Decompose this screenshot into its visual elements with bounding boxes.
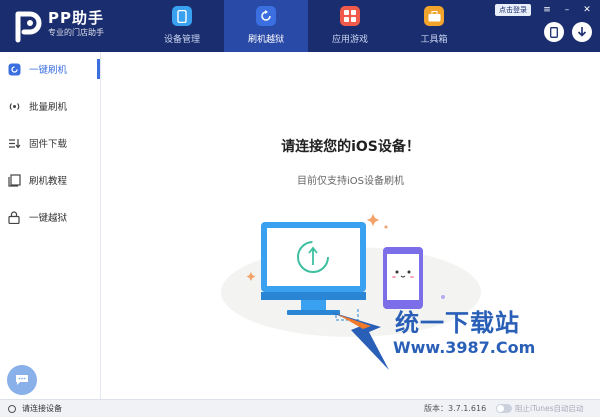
tab-toolbox[interactable]: 工具箱 — [392, 0, 476, 52]
tab-device-management[interactable]: 设备管理 — [140, 0, 224, 52]
lock-icon — [7, 210, 21, 224]
page-title: 请连接您的iOS设备！ — [281, 139, 420, 155]
app-header: PP助手 专业的门店助手 设备管理 刷机越狱 应用游戏 工具箱 点击登录 ≡ –… — [0, 0, 600, 52]
brand-name: PP助手 — [48, 9, 104, 27]
page-subtitle: 目前仅支持iOS设备刷机 — [297, 176, 404, 187]
refresh-icon — [256, 6, 276, 26]
sidebar-item-flash-tutorial[interactable]: 刷机教程 — [0, 165, 100, 195]
tab-apps-games[interactable]: 应用游戏 — [308, 0, 392, 52]
menu-icon[interactable]: ≡ — [540, 3, 554, 17]
brand: PP助手 专业的门店助手 — [48, 9, 104, 39]
sidebar-item-batch-flash[interactable]: 批量刷机 — [0, 91, 100, 121]
itunes-autostart-label: 阻止iTunes自动启动 — [515, 404, 584, 413]
device-icon[interactable] — [544, 22, 564, 42]
watermark-logo-icon — [331, 312, 389, 370]
sidebar: 一键刷机 批量刷机 固件下载 刷机教程 一键越狱 — [0, 52, 101, 399]
flash-icon — [7, 62, 21, 76]
download-list-icon — [7, 136, 21, 150]
version-label: 版本：3.7.1.616 — [424, 404, 487, 413]
apps-icon — [340, 6, 360, 26]
sidebar-item-label: 一键越狱 — [29, 213, 68, 224]
watermark-url: Www.3987.Com — [393, 338, 536, 357]
watermark: 统一下载站 Www.3987.Com — [331, 302, 591, 412]
toolbox-icon — [424, 6, 444, 26]
brand-subtitle: 专业的门店助手 — [48, 28, 104, 37]
sidebar-item-label: 固件下载 — [29, 139, 68, 150]
sidebar-item-label: 刷机教程 — [29, 176, 68, 187]
tab-label: 刷机越狱 — [247, 35, 284, 45]
sidebar-item-one-click-jailbreak[interactable]: 一键越狱 — [0, 202, 100, 232]
tab-flash-jailbreak[interactable]: 刷机越狱 — [224, 0, 308, 52]
pp-logo-icon — [15, 11, 42, 43]
sidebar-item-label: 一键刷机 — [29, 65, 68, 76]
minimize-icon[interactable]: – — [560, 3, 574, 17]
sidebar-item-one-click-flash[interactable]: 一键刷机 — [0, 54, 100, 84]
connection-status: 请连接设备 — [22, 404, 62, 413]
sidebar-item-firmware-download[interactable]: 固件下载 — [0, 128, 100, 158]
connection-status-icon — [8, 405, 16, 413]
tab-label: 应用游戏 — [331, 35, 368, 45]
broadcast-icon — [7, 99, 21, 113]
close-icon[interactable]: ✕ — [580, 3, 594, 17]
phone-icon — [172, 6, 192, 26]
tab-label: 工具箱 — [420, 35, 448, 45]
tutorial-icon — [7, 173, 21, 187]
chat-icon[interactable] — [7, 365, 37, 395]
status-bar: 请连接设备 版本：3.7.1.616 阻止iTunes自动启动 — [0, 399, 600, 417]
sidebar-item-label: 批量刷机 — [29, 102, 68, 113]
itunes-autostart-toggle[interactable] — [496, 404, 512, 413]
main-nav: 设备管理 刷机越狱 应用游戏 工具箱 — [140, 0, 476, 52]
download-icon[interactable] — [572, 22, 592, 42]
main-content: 请连接您的iOS设备！ 目前仅支持iOS设备刷机 统一下载站 Www.3987.… — [101, 52, 600, 399]
watermark-text: 统一下载站 — [395, 309, 520, 337]
tab-label: 设备管理 — [163, 35, 200, 45]
login-button[interactable]: 点击登录 — [495, 4, 531, 16]
